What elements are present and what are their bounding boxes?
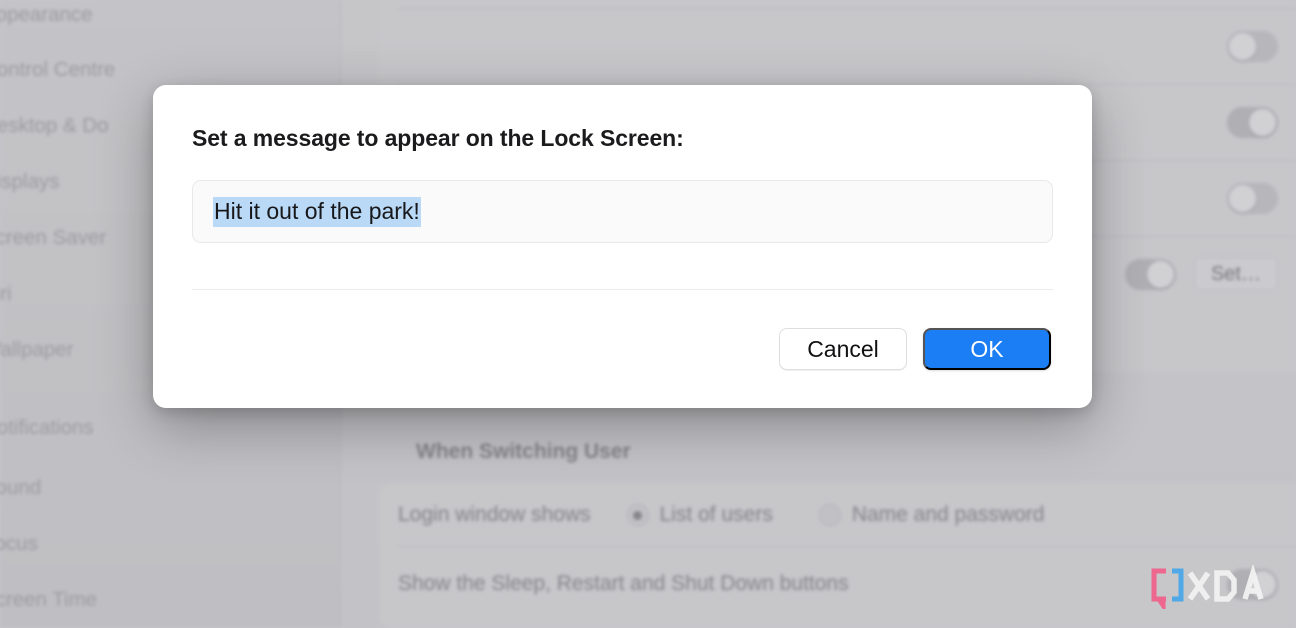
radio-option-list-of-users[interactable]: List of users [626, 503, 773, 527]
sidebar-item-control-centre[interactable]: Control Centre [0, 55, 312, 85]
toggle-switch[interactable] [1227, 106, 1278, 138]
row-login-window-shows[interactable]: Login window shows List of users Name an… [380, 484, 1296, 546]
message-input[interactable]: Hit it out of the park! [192, 180, 1053, 243]
row-toggle-1[interactable] [380, 8, 1296, 84]
sidebar-item-label: Appearance [0, 3, 93, 26]
toggle-knob [1146, 260, 1174, 288]
sidebar-item-label: Desktop & Do [0, 114, 109, 137]
radio-button-icon[interactable] [626, 504, 649, 526]
lock-screen-message-dialog: Set a message to appear on the Lock Scre… [153, 85, 1092, 408]
sidebar-item-notifications[interactable]: Notifications [0, 413, 312, 443]
sidebar-item-label: Control Centre [0, 58, 116, 81]
toggle-knob [1229, 184, 1256, 212]
row-show-large-clock[interactable]: Show large clock On Lock Screen [380, 0, 1296, 8]
sidebar-item-label: Focus [0, 532, 38, 555]
sidebar-item-label: Screen Time [0, 588, 98, 611]
login-window-radio-group[interactable]: List of users Name and password [626, 503, 1045, 527]
sidebar-item-label: Wallpaper [0, 338, 74, 361]
sidebar-item-appearance[interactable]: Appearance [0, 0, 312, 30]
toggle-switch[interactable] [1227, 182, 1278, 214]
toggle-switch[interactable] [1124, 258, 1176, 290]
message-input-value[interactable]: Hit it out of the park! [213, 196, 421, 227]
set-message-button[interactable]: Set… [1193, 257, 1278, 291]
radio-label: Name and password [851, 503, 1045, 526]
row-label: Show the Sleep, Restart and Shut Down bu… [398, 572, 849, 595]
sidebar-item-focus[interactable]: Focus [0, 529, 312, 559]
radio-dot [633, 510, 643, 520]
sidebar-item-label: Displays [0, 170, 60, 193]
xda-watermark [1150, 563, 1274, 614]
toggle-knob [1229, 32, 1256, 60]
dialog-body: Set a message to appear on the Lock Scre… [153, 85, 1092, 290]
dialog-footer: Cancel OK [153, 290, 1092, 408]
sidebar-item-label: Notifications [0, 416, 94, 439]
radio-button-icon[interactable] [818, 504, 841, 526]
screen: Appearance Control Centre Desktop & Do D… [0, 0, 1296, 628]
group-heading-when-switching-user: When Switching User [416, 440, 631, 463]
radio-option-name-and-password[interactable]: Name and password [818, 503, 1045, 527]
sidebar-item-label: Siri [0, 282, 12, 305]
dialog-title: Set a message to appear on the Lock Scre… [192, 125, 684, 151]
toggle-knob [1249, 108, 1276, 136]
row-label: Login window shows [398, 503, 591, 526]
sidebar-item-screen-time[interactable]: Screen Time [0, 585, 312, 615]
toggle-switch[interactable] [1227, 30, 1278, 62]
sidebar-item-sound[interactable]: Sound [0, 473, 312, 503]
radio-label: List of users [659, 503, 773, 526]
cancel-button[interactable]: Cancel [779, 328, 907, 370]
sidebar-item-label: Sound [0, 476, 42, 499]
ok-button[interactable]: OK [923, 328, 1051, 370]
sidebar-item-label: Screen Saver [0, 226, 107, 249]
